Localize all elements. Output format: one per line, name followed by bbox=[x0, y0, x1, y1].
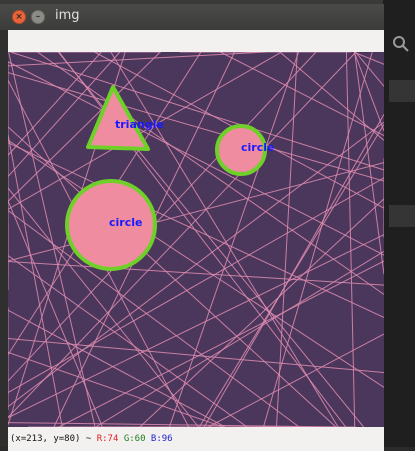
random-lines bbox=[8, 52, 384, 427]
coordinate-readout: (x=213, y=80) ~ bbox=[10, 434, 92, 444]
background-panel bbox=[389, 205, 415, 227]
blue-value: B:96 bbox=[150, 434, 173, 444]
status-bar: (x=213, y=80) ~ R:74 G:60 B:96 bbox=[8, 427, 384, 451]
image-svg: triangle circle circle bbox=[8, 52, 384, 427]
random-line bbox=[208, 333, 384, 427]
red-value: R:74 bbox=[96, 434, 119, 444]
close-icon: × bbox=[15, 12, 23, 22]
window-title: img bbox=[55, 8, 80, 23]
close-button[interactable]: × bbox=[12, 10, 26, 24]
random-line bbox=[8, 337, 384, 374]
toolbar bbox=[8, 30, 384, 52]
random-line bbox=[8, 61, 384, 256]
background-window bbox=[383, 0, 415, 447]
minimize-icon: – bbox=[35, 12, 41, 22]
image-window: × – img triangle circle circle (x=213, y… bbox=[0, 4, 384, 451]
random-line bbox=[354, 52, 384, 275]
background-panel bbox=[389, 80, 415, 102]
title-bar[interactable]: × – img bbox=[0, 4, 384, 30]
green-value: G:60 bbox=[123, 434, 146, 444]
random-line bbox=[8, 142, 384, 318]
shape-label: triangle bbox=[115, 118, 164, 131]
shape-label: circle bbox=[109, 216, 142, 229]
random-line bbox=[58, 260, 384, 427]
random-line bbox=[8, 261, 384, 286]
random-line bbox=[8, 52, 357, 418]
random-line bbox=[8, 52, 317, 382]
random-line bbox=[139, 198, 384, 427]
minimize-button[interactable]: – bbox=[31, 10, 45, 24]
random-line bbox=[8, 134, 63, 427]
pixel-readout: (x=213, y=80) ~ R:74 G:60 B:96 bbox=[10, 434, 173, 444]
random-line bbox=[355, 52, 384, 87]
shape-label: circle bbox=[241, 141, 274, 154]
image-canvas[interactable]: triangle circle circle bbox=[8, 52, 384, 427]
search-icon bbox=[393, 36, 409, 52]
